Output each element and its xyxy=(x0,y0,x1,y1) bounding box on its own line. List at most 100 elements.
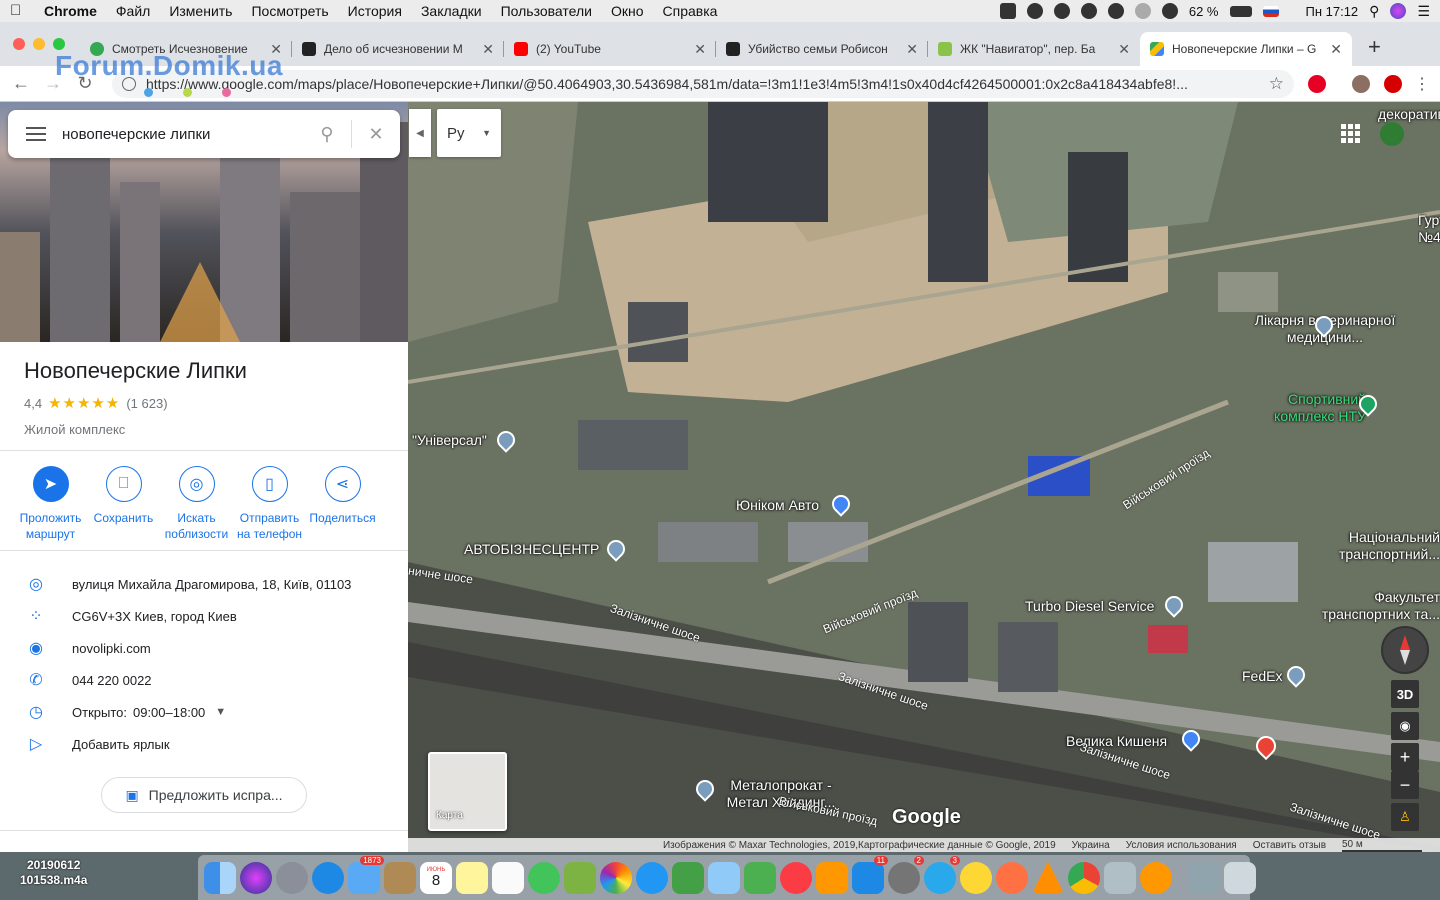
suggest-edit-button[interactable]: ▣ Предложить испра... xyxy=(101,777,307,813)
telegram-status-icon[interactable] xyxy=(1026,3,1043,19)
upload-icon[interactable] xyxy=(1053,3,1070,19)
place-category[interactable]: Жилой комплекс xyxy=(24,422,247,437)
apple-icon[interactable]:  xyxy=(10,3,24,19)
facetime-icon[interactable] xyxy=(672,861,704,894)
country-link[interactable]: Украина xyxy=(1072,840,1110,851)
google-apps-icon[interactable] xyxy=(1341,124,1360,143)
messages-icon[interactable] xyxy=(528,861,560,894)
tab-close-icon[interactable]: ✕ xyxy=(906,41,918,58)
directions-button[interactable]: ➤ Проложить маршрут xyxy=(14,466,87,542)
menu-bookmarks[interactable]: Закладки xyxy=(421,3,482,19)
music-icon[interactable] xyxy=(780,861,812,894)
battery-icon[interactable] xyxy=(1229,5,1252,17)
feedback-link[interactable]: Оставить отзыв xyxy=(1253,840,1326,851)
terms-link[interactable]: Условия использования xyxy=(1126,840,1237,851)
clear-search-icon[interactable]: ✕ xyxy=(364,124,388,145)
map-label-universal[interactable]: "Універсал" xyxy=(412,432,487,448)
review-count[interactable]: (1 623) xyxy=(126,396,167,411)
battery-percent[interactable]: 62 % xyxy=(1189,4,1219,19)
address-row[interactable]: ◎ вулиця Михайла Драгомирова, 18, Київ, … xyxy=(0,568,408,600)
compass-control[interactable] xyxy=(1381,626,1429,674)
scale-bar[interactable]: 50 м xyxy=(1342,839,1422,852)
desktop-file[interactable]: 20190612 101538.m4a xyxy=(20,858,87,888)
language-selector[interactable]: Ру ▼ xyxy=(437,109,501,157)
calendar-icon[interactable]: ИЮНЬ 8 xyxy=(420,861,452,894)
map-label-sport-complex[interactable]: Спортивний комплекс НТУ xyxy=(1246,391,1366,425)
bluetooth-icon[interactable] xyxy=(1134,3,1151,19)
website-row[interactable]: ◉ novolipki.com xyxy=(0,632,408,664)
bookmark-star-icon[interactable]: ☆ xyxy=(1269,74,1284,94)
zoom-in-button[interactable]: + xyxy=(1391,743,1419,771)
collapse-panel-button[interactable]: ◀ xyxy=(409,109,431,157)
add-label-row[interactable]: ▷ Добавить ярлык xyxy=(0,728,408,760)
map-label-faculty[interactable]: Факультет транспортних та... xyxy=(1314,589,1440,623)
app-store-icon[interactable]: 11 xyxy=(852,855,888,894)
chrome-menu-icon[interactable]: ⋮ xyxy=(1414,74,1430,94)
plus-code-row[interactable]: ⁘ CG6V+3X Киев, город Киев xyxy=(0,600,408,632)
menu-users[interactable]: Пользователи xyxy=(501,3,592,19)
lock-icon[interactable] xyxy=(1107,3,1124,19)
extension-icon[interactable] xyxy=(1384,74,1402,93)
back-icon[interactable]: ← xyxy=(10,73,32,94)
photos-icon[interactable] xyxy=(600,861,632,894)
menu-history[interactable]: История xyxy=(348,3,402,19)
satellite-imagery[interactable] xyxy=(408,102,1440,852)
trash-icon[interactable] xyxy=(1224,861,1256,894)
pinterest-icon[interactable] xyxy=(1308,74,1326,93)
downloads-icon[interactable] xyxy=(1188,861,1220,894)
chevron-down-icon[interactable]: ▼ xyxy=(215,706,226,718)
siri-icon[interactable] xyxy=(240,861,272,894)
menu-view[interactable]: Посмотреть xyxy=(251,3,328,19)
share-button[interactable]: ⋖ Поделиться xyxy=(306,466,379,542)
blender-icon[interactable] xyxy=(1140,861,1172,894)
vlc-icon[interactable] xyxy=(1032,861,1064,894)
window-minimize-icon[interactable] xyxy=(33,38,45,50)
profile-avatar[interactable] xyxy=(1352,74,1370,93)
search-icon[interactable]: ⚲ xyxy=(315,124,339,145)
menu-help[interactable]: Справка xyxy=(663,3,718,19)
reminders-icon[interactable] xyxy=(492,861,524,894)
cloud-icon[interactable] xyxy=(1080,3,1097,19)
map-label-decor[interactable]: декоратив xyxy=(1378,106,1440,122)
image-capture-icon[interactable] xyxy=(1104,861,1136,894)
map-label-unicom-auto[interactable]: Юніком Авто xyxy=(736,497,819,513)
safari-icon[interactable] xyxy=(312,861,344,894)
clock[interactable]: Пн 17:12 xyxy=(1306,4,1359,19)
imessage-icon[interactable] xyxy=(636,861,668,894)
tab-close-icon[interactable]: ✕ xyxy=(1118,41,1130,58)
address-url[interactable]: https://www.google.com/maps/place/Новопе… xyxy=(146,76,1261,92)
spotlight-search-icon[interactable]: ⚲ xyxy=(1369,3,1379,20)
tab-1[interactable]: Дело об исчезновении М ✕ xyxy=(292,32,504,66)
siri-icon[interactable] xyxy=(1390,3,1407,19)
menu-edit[interactable]: Изменить xyxy=(169,3,232,19)
system-preferences-icon[interactable]: 2 xyxy=(888,855,924,894)
pegman-icon[interactable]: ♙ xyxy=(1391,803,1419,831)
map-label-ntu[interactable]: Національний транспортний... xyxy=(1328,529,1440,563)
books-icon[interactable] xyxy=(816,861,848,894)
address-bar[interactable]: https://www.google.com/maps/place/Новопе… xyxy=(112,69,1294,98)
tab-2[interactable]: (2) YouTube ✕ xyxy=(504,32,716,66)
tab-close-icon[interactable]: ✕ xyxy=(694,41,706,58)
3d-toggle-button[interactable]: 3D xyxy=(1391,680,1419,708)
notification-center-icon[interactable]: ☰ xyxy=(1417,3,1430,20)
tab-close-icon[interactable]: ✕ xyxy=(1330,41,1342,58)
window-close-icon[interactable] xyxy=(13,38,25,50)
save-button[interactable]: ⎕ Сохранить xyxy=(87,466,160,542)
my-location-icon[interactable]: ◉ xyxy=(1391,712,1419,740)
tab-close-icon[interactable]: ✕ xyxy=(482,41,494,58)
zoom-out-button[interactable]: − xyxy=(1391,771,1419,799)
contacts-icon[interactable] xyxy=(384,861,416,894)
hours-row[interactable]: ◷ Открыто: 09:00–18:00 ▼ xyxy=(0,696,408,728)
window-zoom-icon[interactable] xyxy=(53,38,65,50)
map-account-avatar[interactable] xyxy=(1380,122,1404,146)
satellite-map[interactable]: Лікарня ветеринарної медицини... Спортив… xyxy=(408,102,1440,852)
telegram-icon[interactable]: 3 xyxy=(924,855,960,894)
chrome-icon[interactable] xyxy=(1068,861,1100,894)
phone-row[interactable]: ✆ 044 220 0022 xyxy=(0,664,408,696)
torrent-icon[interactable] xyxy=(996,861,1028,894)
notes-icon[interactable] xyxy=(456,861,488,894)
new-tab-icon[interactable]: + xyxy=(1352,34,1381,66)
maps-icon[interactable] xyxy=(564,861,596,894)
map-label-gurt[interactable]: Гурт №4 xyxy=(1418,212,1440,246)
mail-icon[interactable]: 1873 xyxy=(348,855,384,894)
